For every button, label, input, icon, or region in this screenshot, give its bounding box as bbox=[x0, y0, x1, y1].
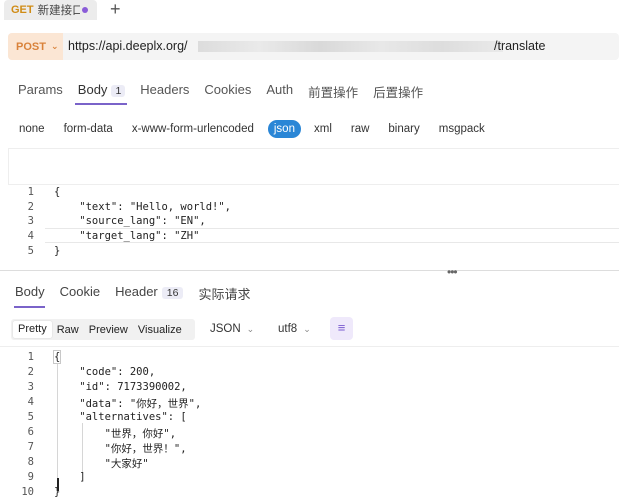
body-type-xml[interactable]: xml bbox=[314, 123, 332, 135]
resp-tab-cookie[interactable]: Cookie bbox=[60, 284, 100, 304]
code-line: "alternatives": [ bbox=[54, 411, 187, 423]
redacted-url-segment bbox=[198, 41, 503, 52]
code-line: { bbox=[54, 351, 61, 363]
resp-tab-actual-request[interactable]: 实际请求 bbox=[198, 284, 250, 304]
code-line: } bbox=[54, 245, 61, 257]
pane-splitter[interactable] bbox=[0, 270, 619, 274]
text-cursor bbox=[57, 478, 59, 491]
chevron-down-icon: ⌄ bbox=[50, 41, 59, 51]
tab-name: 新建接口 bbox=[37, 3, 80, 17]
code-line: "大家好" bbox=[54, 458, 149, 470]
view-mode-toggle: Pretty Raw Preview Visualize bbox=[11, 319, 195, 340]
divider bbox=[8, 184, 619, 185]
code-line: "text": "Hello, world!", bbox=[54, 201, 232, 213]
code-line: "id": 7173390002, bbox=[54, 381, 187, 393]
line-number: 9 bbox=[27, 471, 34, 483]
line-number: 5 bbox=[27, 411, 34, 423]
url-bar[interactable]: POST ⌄ https://api.deeplx.org/ /translat… bbox=[8, 33, 619, 60]
unsaved-dot-icon bbox=[82, 7, 88, 13]
method-select[interactable]: POST ⌄ bbox=[8, 33, 63, 60]
resp-tab-header-label: Header bbox=[115, 284, 158, 299]
response-body-viewer[interactable]: 1 2 3 4 5 6 7 8 9 10 { "code": 200, "id"… bbox=[0, 346, 619, 500]
tab-post-processors[interactable]: 后置操作 bbox=[373, 82, 423, 100]
body-type-json[interactable]: json bbox=[267, 120, 301, 138]
code-line: { bbox=[54, 186, 61, 198]
method-label: POST bbox=[16, 40, 46, 53]
line-number: 3 bbox=[27, 215, 34, 227]
drag-handle-icon[interactable]: ••• bbox=[447, 265, 458, 279]
tab-params[interactable]: Params bbox=[18, 82, 63, 100]
tab-body[interactable]: Body 1 bbox=[77, 82, 126, 100]
line-number: 3 bbox=[27, 381, 34, 393]
tab-bar: GET 新建接口 + bbox=[0, 0, 619, 22]
active-tab-indicator bbox=[75, 103, 127, 105]
line-number: 1 bbox=[27, 186, 34, 198]
chevron-down-icon: ⌄ bbox=[246, 324, 255, 334]
format-select[interactable]: JSON ⌄ bbox=[210, 319, 254, 340]
tab-auth[interactable]: Auth bbox=[266, 82, 293, 100]
code-line: "data": "你好，世界", bbox=[54, 398, 202, 410]
resp-tab-header[interactable]: Header 16 bbox=[115, 284, 184, 304]
add-tab-icon[interactable]: + bbox=[110, 0, 121, 20]
code-line: "你好，世界！", bbox=[54, 443, 187, 455]
line-number: 10 bbox=[21, 486, 34, 498]
tab-body-badge: 1 bbox=[111, 85, 126, 97]
line-number: 2 bbox=[27, 366, 34, 378]
editor-header-area bbox=[8, 148, 619, 184]
response-section-tabs: Body Cookie Header 16 实际请求 bbox=[15, 284, 265, 304]
line-number: 4 bbox=[27, 396, 34, 408]
format-value: JSON bbox=[210, 323, 241, 335]
encoding-value: utf8 bbox=[278, 323, 298, 335]
chevron-down-icon: ⌄ bbox=[303, 324, 311, 334]
body-type-binary[interactable]: binary bbox=[388, 123, 419, 135]
body-type-none[interactable]: none bbox=[19, 123, 45, 135]
tab-headers[interactable]: Headers bbox=[140, 82, 189, 100]
line-number: 4 bbox=[27, 230, 34, 242]
line-number: 2 bbox=[27, 201, 34, 213]
line-number: 8 bbox=[27, 456, 34, 468]
line-number: 5 bbox=[27, 245, 34, 257]
view-raw[interactable]: Raw bbox=[52, 324, 84, 336]
active-response-tab-indicator bbox=[14, 306, 45, 308]
code-line: "世界，你好", bbox=[54, 428, 177, 440]
request-section-tabs: Params Body 1 Headers Cookies Auth 前置操作 后… bbox=[18, 82, 438, 100]
view-visualize[interactable]: Visualize bbox=[133, 324, 187, 336]
body-type-selector: none form-data x-www-form-urlencoded jso… bbox=[19, 119, 504, 139]
tab-body-label: Body bbox=[77, 82, 108, 97]
body-type-raw[interactable]: raw bbox=[351, 123, 370, 135]
line-number: 6 bbox=[27, 426, 34, 438]
request-tab[interactable]: GET 新建接口 bbox=[4, 0, 97, 20]
line-number: 7 bbox=[27, 441, 34, 453]
tab-cookies[interactable]: Cookies bbox=[204, 82, 251, 100]
tab-pre-processors[interactable]: 前置操作 bbox=[308, 82, 358, 100]
tab-method: GET bbox=[11, 4, 34, 16]
url-start: https://api.deeplx.org/ bbox=[68, 39, 188, 53]
line-number: 1 bbox=[27, 351, 34, 363]
code-line: "target_lang": "ZH" bbox=[54, 230, 200, 242]
request-body-editor[interactable]: 1 2 3 4 5 { "text": "Hello, world!", "so… bbox=[0, 148, 619, 269]
body-type-form-data[interactable]: form-data bbox=[64, 123, 113, 135]
code-line: "code": 200, bbox=[54, 366, 156, 378]
resp-tab-body[interactable]: Body bbox=[15, 284, 45, 304]
body-type-msgpack[interactable]: msgpack bbox=[439, 123, 485, 135]
word-wrap-icon[interactable]: ≡ bbox=[330, 317, 353, 340]
resp-tab-header-badge: 16 bbox=[161, 287, 184, 299]
url-end: /translate bbox=[494, 39, 546, 53]
code-line: "source_lang": "EN", bbox=[54, 215, 206, 227]
view-pretty[interactable]: Pretty bbox=[13, 321, 52, 338]
encoding-select[interactable]: utf8 ⌄ bbox=[278, 319, 311, 340]
body-type-urlencoded[interactable]: x-www-form-urlencoded bbox=[132, 123, 254, 135]
view-preview[interactable]: Preview bbox=[84, 324, 133, 336]
